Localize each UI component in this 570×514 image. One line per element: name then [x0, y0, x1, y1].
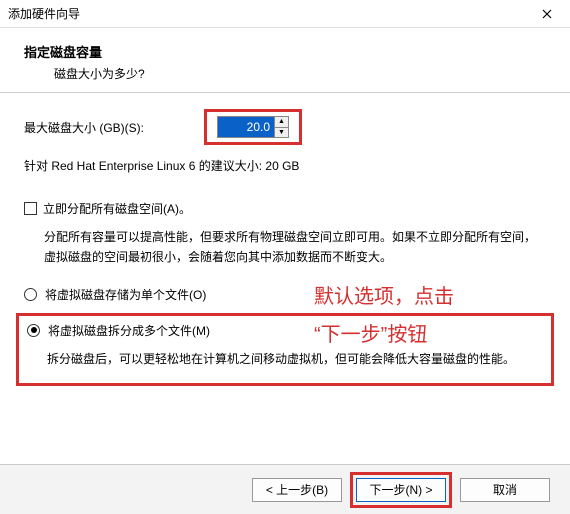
spinner-up-icon[interactable]: ▲ — [275, 117, 288, 128]
next-button[interactable]: 下一步(N) > — [356, 478, 446, 502]
radio-icon[interactable] — [24, 288, 37, 301]
recommendation-text: 针对 Red Hat Enterprise Linux 6 的建议大小: 20 … — [24, 157, 546, 174]
page-title: 指定磁盘容量 — [24, 42, 546, 61]
highlight-size-input: ▲ ▼ — [204, 109, 302, 145]
back-button[interactable]: < 上一步(B) — [252, 478, 342, 502]
highlight-selected-radio: 将虚拟磁盘拆分成多个文件(M) 拆分磁盘后，可以更轻松地在计算机之间移动虚拟机，… — [16, 313, 554, 386]
allocate-now-checkbox[interactable]: 立即分配所有磁盘空间(A)。 — [24, 200, 546, 217]
radio-split-files[interactable]: 将虚拟磁盘拆分成多个文件(M) — [27, 322, 543, 339]
spinner-buttons[interactable]: ▲ ▼ — [274, 117, 288, 137]
page-subtitle: 磁盘大小为多少? — [54, 65, 546, 82]
window-title: 添加硬件向导 — [8, 5, 532, 22]
cancel-button[interactable]: 取消 — [460, 478, 550, 502]
close-icon[interactable] — [532, 4, 562, 24]
disk-size-spinner[interactable]: ▲ ▼ — [217, 116, 289, 138]
allocate-now-label: 立即分配所有磁盘空间(A)。 — [43, 200, 191, 217]
titlebar: 添加硬件向导 — [0, 0, 570, 28]
highlight-next-button: 下一步(N) > — [350, 472, 452, 508]
radio-single-label: 将虚拟磁盘存储为单个文件(O) — [45, 286, 206, 303]
disk-size-label: 最大磁盘大小 (GB)(S): — [24, 119, 144, 136]
radio-icon[interactable] — [27, 324, 40, 337]
disk-size-row: 最大磁盘大小 (GB)(S): ▲ ▼ — [24, 109, 546, 145]
wizard-header: 指定磁盘容量 磁盘大小为多少? — [0, 28, 570, 93]
disk-size-input[interactable] — [218, 117, 274, 137]
checkbox-icon[interactable] — [24, 202, 37, 215]
wizard-footer: < 上一步(B) 下一步(N) > 取消 — [0, 464, 570, 514]
spinner-down-icon[interactable]: ▼ — [275, 128, 288, 138]
radio-split-desc: 拆分磁盘后，可以更轻松地在计算机之间移动虚拟机，但可能会降低大容量磁盘的性能。 — [47, 349, 543, 369]
allocate-now-desc: 分配所有容量可以提高性能，但要求所有物理磁盘空间立即可用。如果不立即分配所有空间… — [44, 227, 546, 268]
radio-split-label: 将虚拟磁盘拆分成多个文件(M) — [48, 322, 210, 339]
radio-single-file[interactable]: 将虚拟磁盘存储为单个文件(O) — [24, 286, 546, 303]
wizard-content: 最大磁盘大小 (GB)(S): ▲ ▼ 针对 Red Hat Enterpris… — [0, 93, 570, 394]
